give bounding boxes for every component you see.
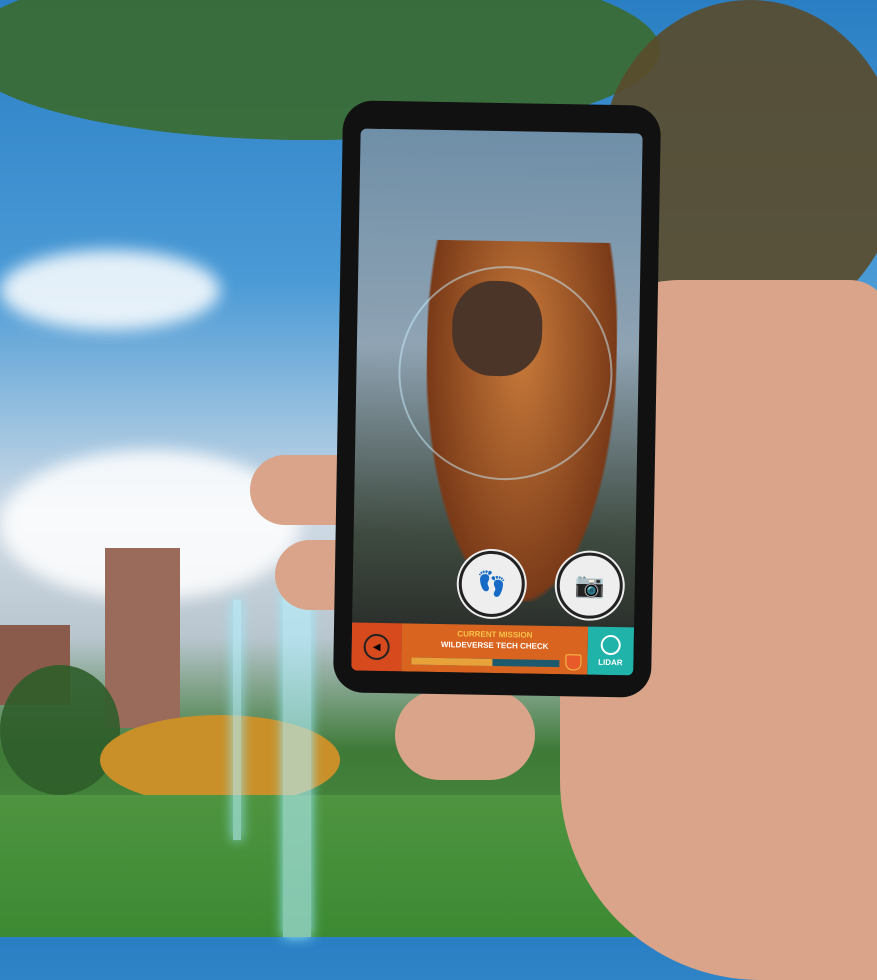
mission-bar: ◀ CURRENT MISSION WILDEVERSE TECH CHECK … <box>351 622 635 676</box>
lidar-label: LIDAR <box>598 657 623 668</box>
building <box>105 548 180 728</box>
light-beam <box>283 590 311 937</box>
current-mission-label: CURRENT MISSION <box>457 629 533 640</box>
mission-progress-bar <box>411 657 560 668</box>
tree <box>0 665 120 795</box>
finger <box>395 690 535 780</box>
footprint-button[interactable]: 👣 <box>458 550 526 618</box>
light-beam <box>233 600 241 840</box>
footprint-icon: 👣 <box>476 570 507 598</box>
cloud <box>0 250 220 330</box>
back-arrow-icon: ◀ <box>363 633 390 661</box>
lidar-button[interactable]: LIDAR <box>587 626 635 676</box>
back-button[interactable]: ◀ <box>351 622 403 672</box>
camera-icon: 📷 <box>574 571 605 600</box>
ar-app-screen: 👣 📷 ◀ CURRENT MISSION WILDEVERSE TECH CH… <box>351 128 643 676</box>
camera-button[interactable]: 📷 <box>556 552 624 620</box>
shield-badge-icon <box>565 654 582 671</box>
mission-name: WILDEVERSE TECH CHECK <box>440 640 549 651</box>
current-mission-panel[interactable]: CURRENT MISSION WILDEVERSE TECH CHECK <box>401 623 589 675</box>
smartphone: 👣 📷 ◀ CURRENT MISSION WILDEVERSE TECH CH… <box>332 100 662 698</box>
mission-progress-fill <box>411 657 493 666</box>
lidar-icon <box>600 634 621 656</box>
